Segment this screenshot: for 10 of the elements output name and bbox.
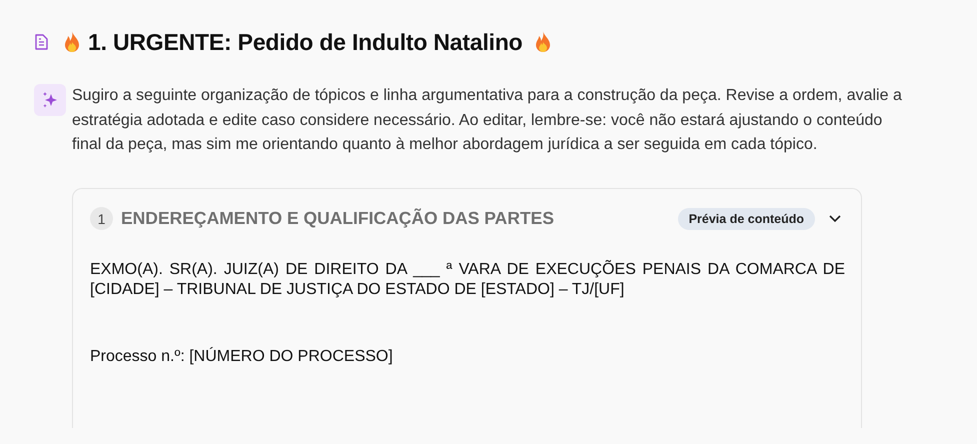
- content-preview-badge: Prévia de conteúdo: [678, 208, 815, 230]
- sparkle-icon: [34, 84, 66, 116]
- assistant-message: Sugiro a seguinte organização de tópicos e linha argumentativa para a construção da peça. Revise a ordem, avalie a estratégia adotada e edite caso considere necessário. Ao editar, lembre-se: você não estará ajustando o conteúdo final da peça, mas sim me orientando quanto à melhor abordagem jurídica a ser seguida em cada tópico.: [72, 86, 902, 155]
- document-icon: [34, 34, 48, 50]
- content-paragraph: Processo n.º: [NÚMERO DO PROCESSO]: [90, 346, 394, 366]
- topic-number: 1: [90, 207, 113, 230]
- content-paragraph: EXMO(A). SR(A). JUIZ(A) DE DIREITO DA ___ ª VARA DE EXECUÇÕES PENAIS DA COMARCA DE [CIDADE] – TRIBUNAL DE JUSTIÇA DO ESTADO DE [ESTADO] – TJ/[UF]: [90, 260, 845, 300]
- topic-title: ENDEREÇAMENTO E QUALIFICAÇÃO DAS PARTES: [121, 208, 555, 229]
- flame-icon: [62, 30, 82, 54]
- page-title: 1. URGENTE: Pedido de Indulto Natalino: [88, 28, 523, 56]
